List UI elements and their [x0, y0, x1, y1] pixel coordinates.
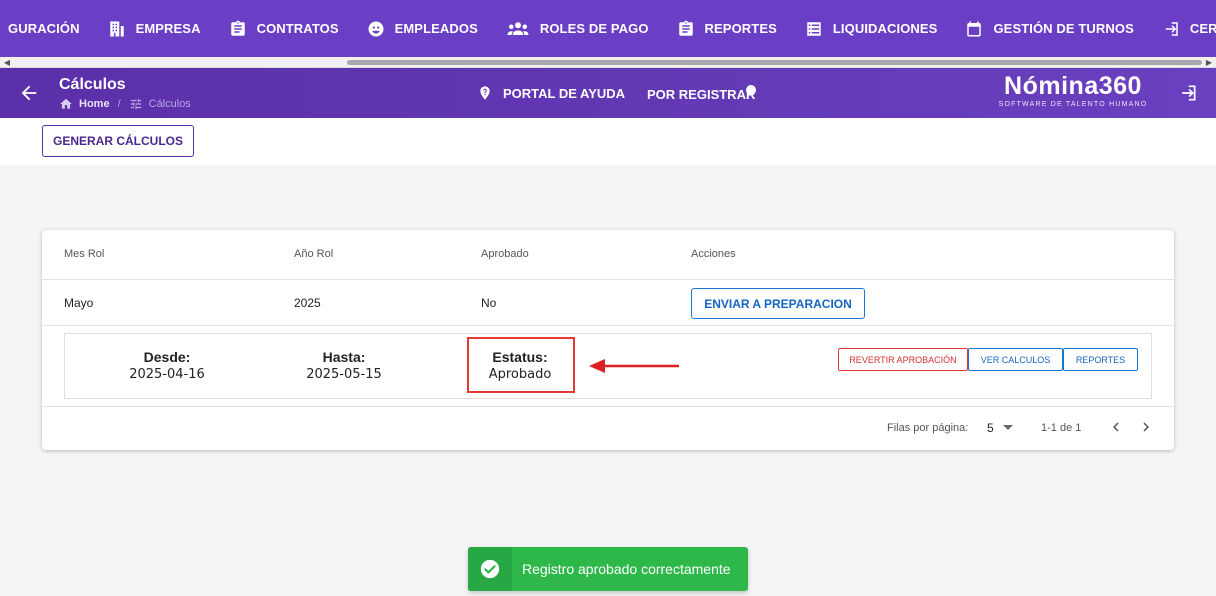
nomina360-logo: Nómina360 SOFTWARE DE TALENTO HUMANO [992, 72, 1154, 109]
view-calculations-button[interactable]: VER CALCULOS [968, 348, 1063, 371]
nav-item-empleados[interactable]: EMPLEADOS [353, 0, 492, 57]
revert-approval-button[interactable]: REVERTIR APROBACIÓN [838, 348, 968, 371]
nav-item-cerrar-sesion[interactable]: CERRAR SESIÓN [1148, 0, 1216, 57]
building-icon [108, 20, 126, 38]
nav-item-gestion-de-turnos[interactable]: GESTIÓN DE TURNOS [951, 0, 1147, 57]
column-header-acciones: Acciones [691, 248, 736, 260]
scroll-right-icon[interactable]: ▶ [1204, 58, 1214, 67]
table-pagination: Filas por página: 5 1-1 de 1 [42, 406, 1174, 450]
nav-item-configuracion[interactable]: GURACIÓN [0, 0, 94, 57]
breadcrumb-separator: / [117, 98, 121, 110]
status-highlight-box [467, 337, 575, 393]
header-divider [42, 279, 1174, 280]
expanded-row-detail: Desde: 2025-04-16 Hasta: 2025-05-15 Esta… [64, 333, 1152, 399]
nav-label: EMPRESA [135, 21, 201, 36]
horizontal-scrollbar[interactable]: ◀ ▶ [0, 57, 1216, 68]
por-registrar-link[interactable]: POR REGISTRAR [647, 87, 755, 102]
help-portal-link[interactable]: PORTAL DE AYUDA [477, 85, 625, 101]
pagination-range: 1-1 de 1 [1041, 422, 1082, 434]
hasta-label: Hasta: [322, 349, 366, 365]
check-circle-icon [480, 559, 500, 579]
nav-label: GURACIÓN [8, 21, 80, 36]
scrollbar-thumb[interactable] [347, 60, 1202, 65]
column-header-aprobado[interactable]: Aprobado [481, 248, 529, 260]
cell-mes-rol: Mayo [64, 296, 94, 310]
desde-value: 2025-04-16 [129, 367, 205, 382]
logo-name: Nómina360 [1004, 72, 1142, 100]
nav-label: ROLES DE PAGO [539, 21, 649, 36]
cell-anio-rol: 2025 [294, 296, 321, 310]
nav-item-contratos[interactable]: CONTRATOS [215, 0, 353, 57]
breadcrumb: Home / Cálculos [59, 97, 191, 111]
generate-calculations-button[interactable]: GENERAR CÁLCULOS [42, 125, 194, 157]
calendar-icon [965, 20, 983, 38]
clipboard-icon [229, 20, 247, 38]
annotation-arrow-icon [589, 359, 679, 373]
help-label: PORTAL DE AYUDA [503, 85, 626, 101]
breadcrumb-home[interactable]: Home [59, 97, 110, 111]
back-arrow-icon[interactable] [18, 82, 40, 104]
tune-icon [130, 98, 141, 110]
nav-label: GESTIÓN DE TURNOS [993, 21, 1134, 36]
row-divider [42, 325, 1174, 326]
breadcrumb-current-label: Cálculos [148, 98, 191, 110]
nav-label: LIQUIDACIONES [832, 21, 938, 36]
desde-label: Desde: [143, 349, 191, 365]
rows-per-page-select[interactable]: 5 [987, 421, 994, 435]
send-to-preparation-button[interactable]: ENVIAR A PREPARACION [691, 288, 865, 319]
calculations-table-card: Mes Rol Año Rol Aprobado Acciones Mayo 2… [42, 230, 1174, 450]
toolbar: GENERAR CÁLCULOS [0, 118, 1216, 165]
toast-icon-box [468, 547, 512, 591]
column-header-mes-rol[interactable]: Mes Rol [64, 248, 104, 260]
nav-label: CONTRATOS [256, 21, 339, 36]
success-toast: Registro aprobado correctamente [468, 547, 748, 591]
nav-item-roles-de-pago[interactable]: ROLES DE PAGO [492, 0, 663, 57]
clipboard-icon [677, 20, 695, 38]
rows-per-page-label: Filas por página: [887, 422, 969, 434]
chevron-right-icon[interactable] [1137, 418, 1155, 436]
page-header: Cálculos Home / Cálculos PORTAL DE AYUDA… [0, 68, 1216, 118]
help-icon [480, 86, 490, 100]
nav-item-empresa[interactable]: EMPRESA [94, 0, 215, 57]
page-title: Cálculos [59, 76, 126, 93]
nav-item-liquidaciones[interactable]: LIQUIDACIONES [791, 0, 952, 57]
toast-message: Registro aprobado correctamente [522, 561, 731, 577]
logo-tagline: SOFTWARE DE TALENTO HUMANO [998, 101, 1148, 108]
nav-label: EMPLEADOS [394, 21, 478, 36]
nav-label: CERRAR SESIÓN [1189, 21, 1216, 36]
group-icon [506, 20, 530, 38]
hasta-value: 2025-05-15 [306, 367, 382, 382]
cell-aprobado: No [481, 296, 497, 310]
reports-button[interactable]: REPORTES [1063, 348, 1138, 371]
chevron-left-icon[interactable] [1107, 418, 1125, 436]
list-icon [805, 20, 823, 38]
home-icon [60, 98, 72, 109]
nav-label: REPORTES [704, 21, 777, 36]
notification-dot [746, 85, 756, 95]
top-navigation: GURACIÓN EMPRESA CONTRATOS EMPLEADOS ROL… [0, 0, 1216, 57]
logout-icon [1162, 20, 1180, 38]
scroll-left-icon[interactable]: ◀ [2, 58, 12, 67]
breadcrumb-home-label: Home [79, 98, 110, 110]
hasta-field: Hasta: 2025-05-15 [300, 349, 388, 382]
face-icon [367, 20, 385, 38]
nav-item-reportes[interactable]: REPORTES [663, 0, 791, 57]
logout-icon[interactable] [1178, 83, 1198, 103]
caret-down-icon[interactable] [1003, 425, 1013, 430]
column-header-anio-rol[interactable]: Año Rol [294, 248, 333, 260]
breadcrumb-current: Cálculos [129, 97, 191, 111]
desde-field: Desde: 2025-04-16 [123, 349, 211, 382]
